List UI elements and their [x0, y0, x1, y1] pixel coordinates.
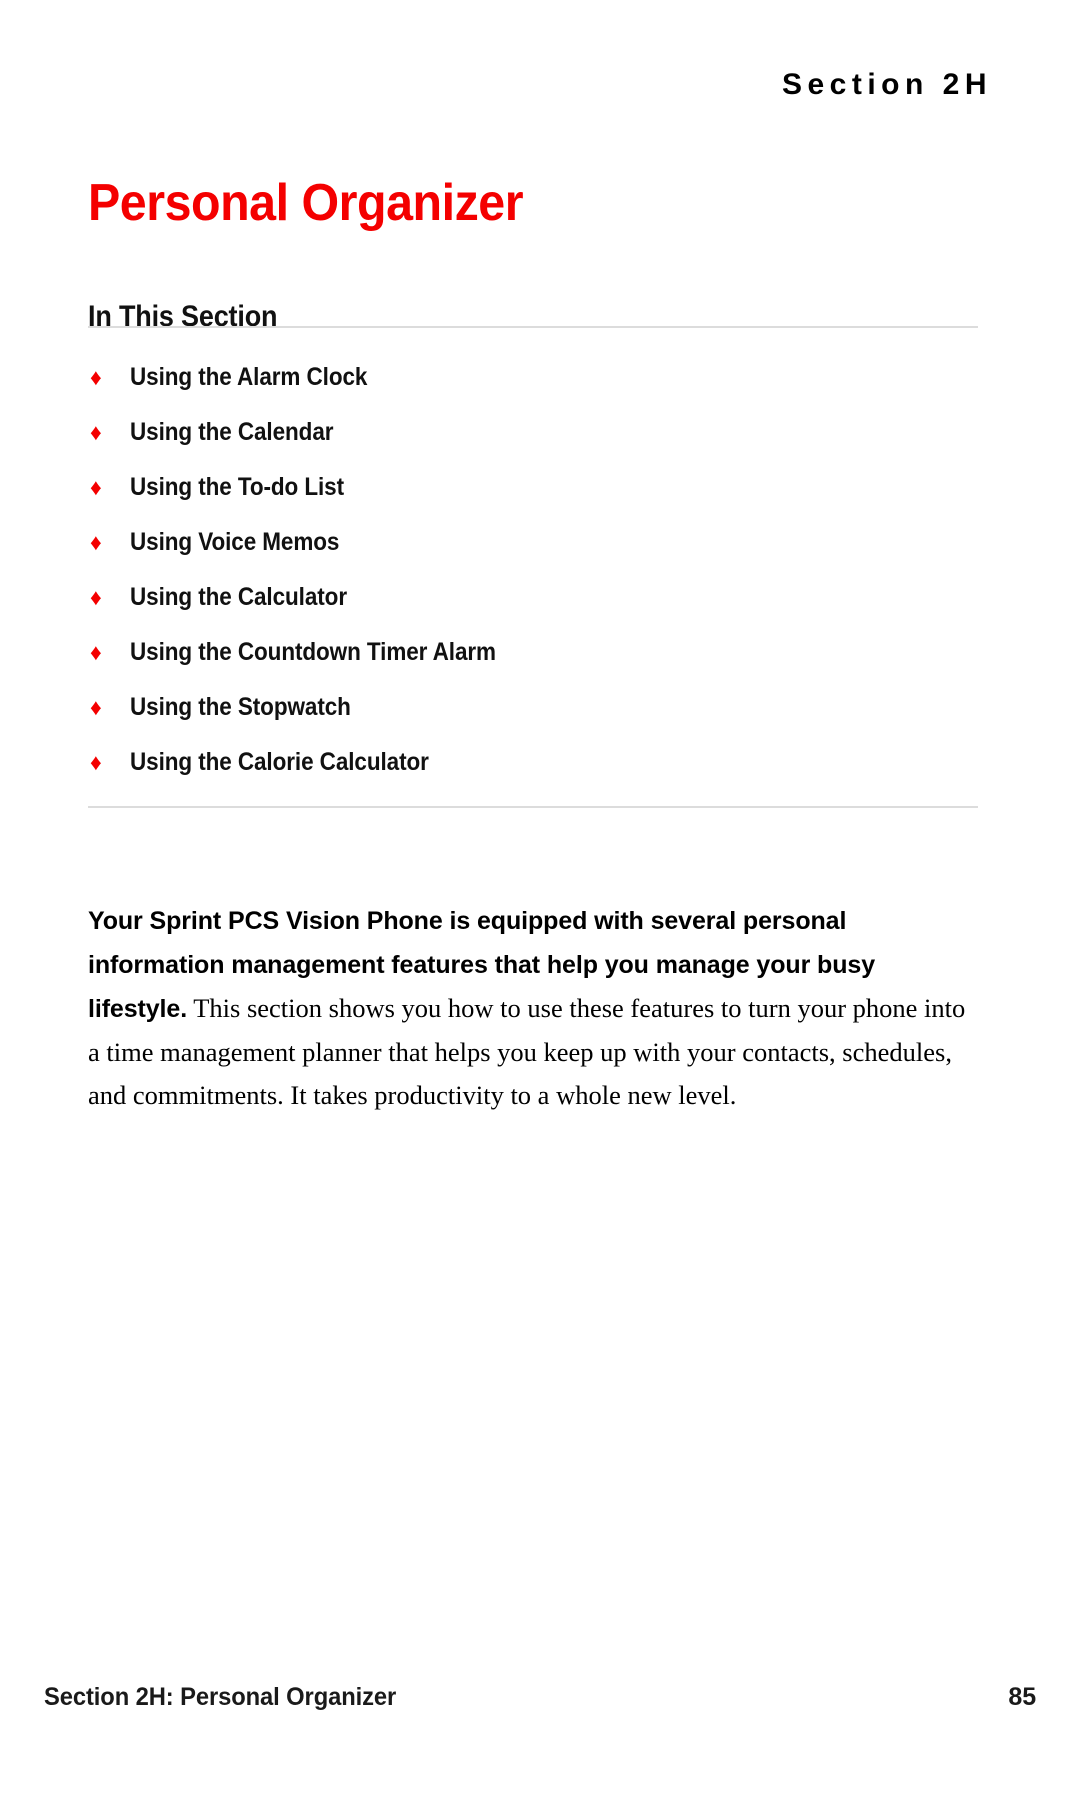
document-page: Section 2H Personal Organizer In This Se… [0, 0, 1080, 1800]
in-this-section-heading: In This Section [88, 299, 278, 333]
page-title: Personal Organizer [88, 173, 524, 232]
list-item[interactable]: ♦ Using the Calendar [88, 405, 978, 460]
in-this-section-list: ♦ Using the Alarm Clock ♦ Using the Cale… [88, 350, 978, 790]
list-item[interactable]: ♦ Using the Countdown Timer Alarm [88, 625, 978, 680]
list-item[interactable]: ♦ Using the Stopwatch [88, 680, 978, 735]
list-item[interactable]: ♦ Using the Alarm Clock [88, 350, 978, 405]
section-label: Section 2H [781, 68, 992, 101]
footer-page-number: 85 [1008, 1683, 1036, 1711]
diamond-bullet-icon: ♦ [90, 419, 102, 445]
list-item-label: Using Voice Memos [130, 528, 340, 556]
list-item-label: Using the Calendar [130, 418, 334, 446]
divider-top [88, 326, 978, 328]
list-item-label: Using the Calculator [130, 583, 347, 611]
list-item-label: Using the Stopwatch [130, 693, 351, 721]
list-item[interactable]: ♦ Using the To-do List [88, 460, 978, 515]
list-item-label: Using the Calorie Calculator [130, 748, 429, 776]
list-item[interactable]: ♦ Using Voice Memos [88, 515, 978, 570]
diamond-bullet-icon: ♦ [90, 749, 102, 775]
footer-section-title: Section 2H: Personal Organizer [44, 1683, 397, 1711]
diamond-bullet-icon: ♦ [90, 584, 102, 610]
list-item-label: Using the Countdown Timer Alarm [130, 638, 496, 666]
diamond-bullet-icon: ♦ [90, 639, 102, 665]
divider-bottom [88, 806, 978, 808]
intro-paragraph: Your Sprint PCS Vision Phone is equipped… [88, 899, 976, 1117]
diamond-bullet-icon: ♦ [90, 474, 102, 500]
diamond-bullet-icon: ♦ [90, 694, 102, 720]
page-footer: Section 2H: Personal Organizer 85 [44, 1683, 1036, 1712]
list-item[interactable]: ♦ Using the Calorie Calculator [88, 735, 978, 790]
intro-body-text: This section shows you how to use these … [88, 992, 966, 1110]
diamond-bullet-icon: ♦ [90, 529, 102, 555]
list-item[interactable]: ♦ Using the Calculator [88, 570, 978, 625]
list-item-label: Using the Alarm Clock [130, 363, 368, 391]
list-item-label: Using the To-do List [130, 473, 345, 501]
diamond-bullet-icon: ♦ [90, 364, 102, 390]
